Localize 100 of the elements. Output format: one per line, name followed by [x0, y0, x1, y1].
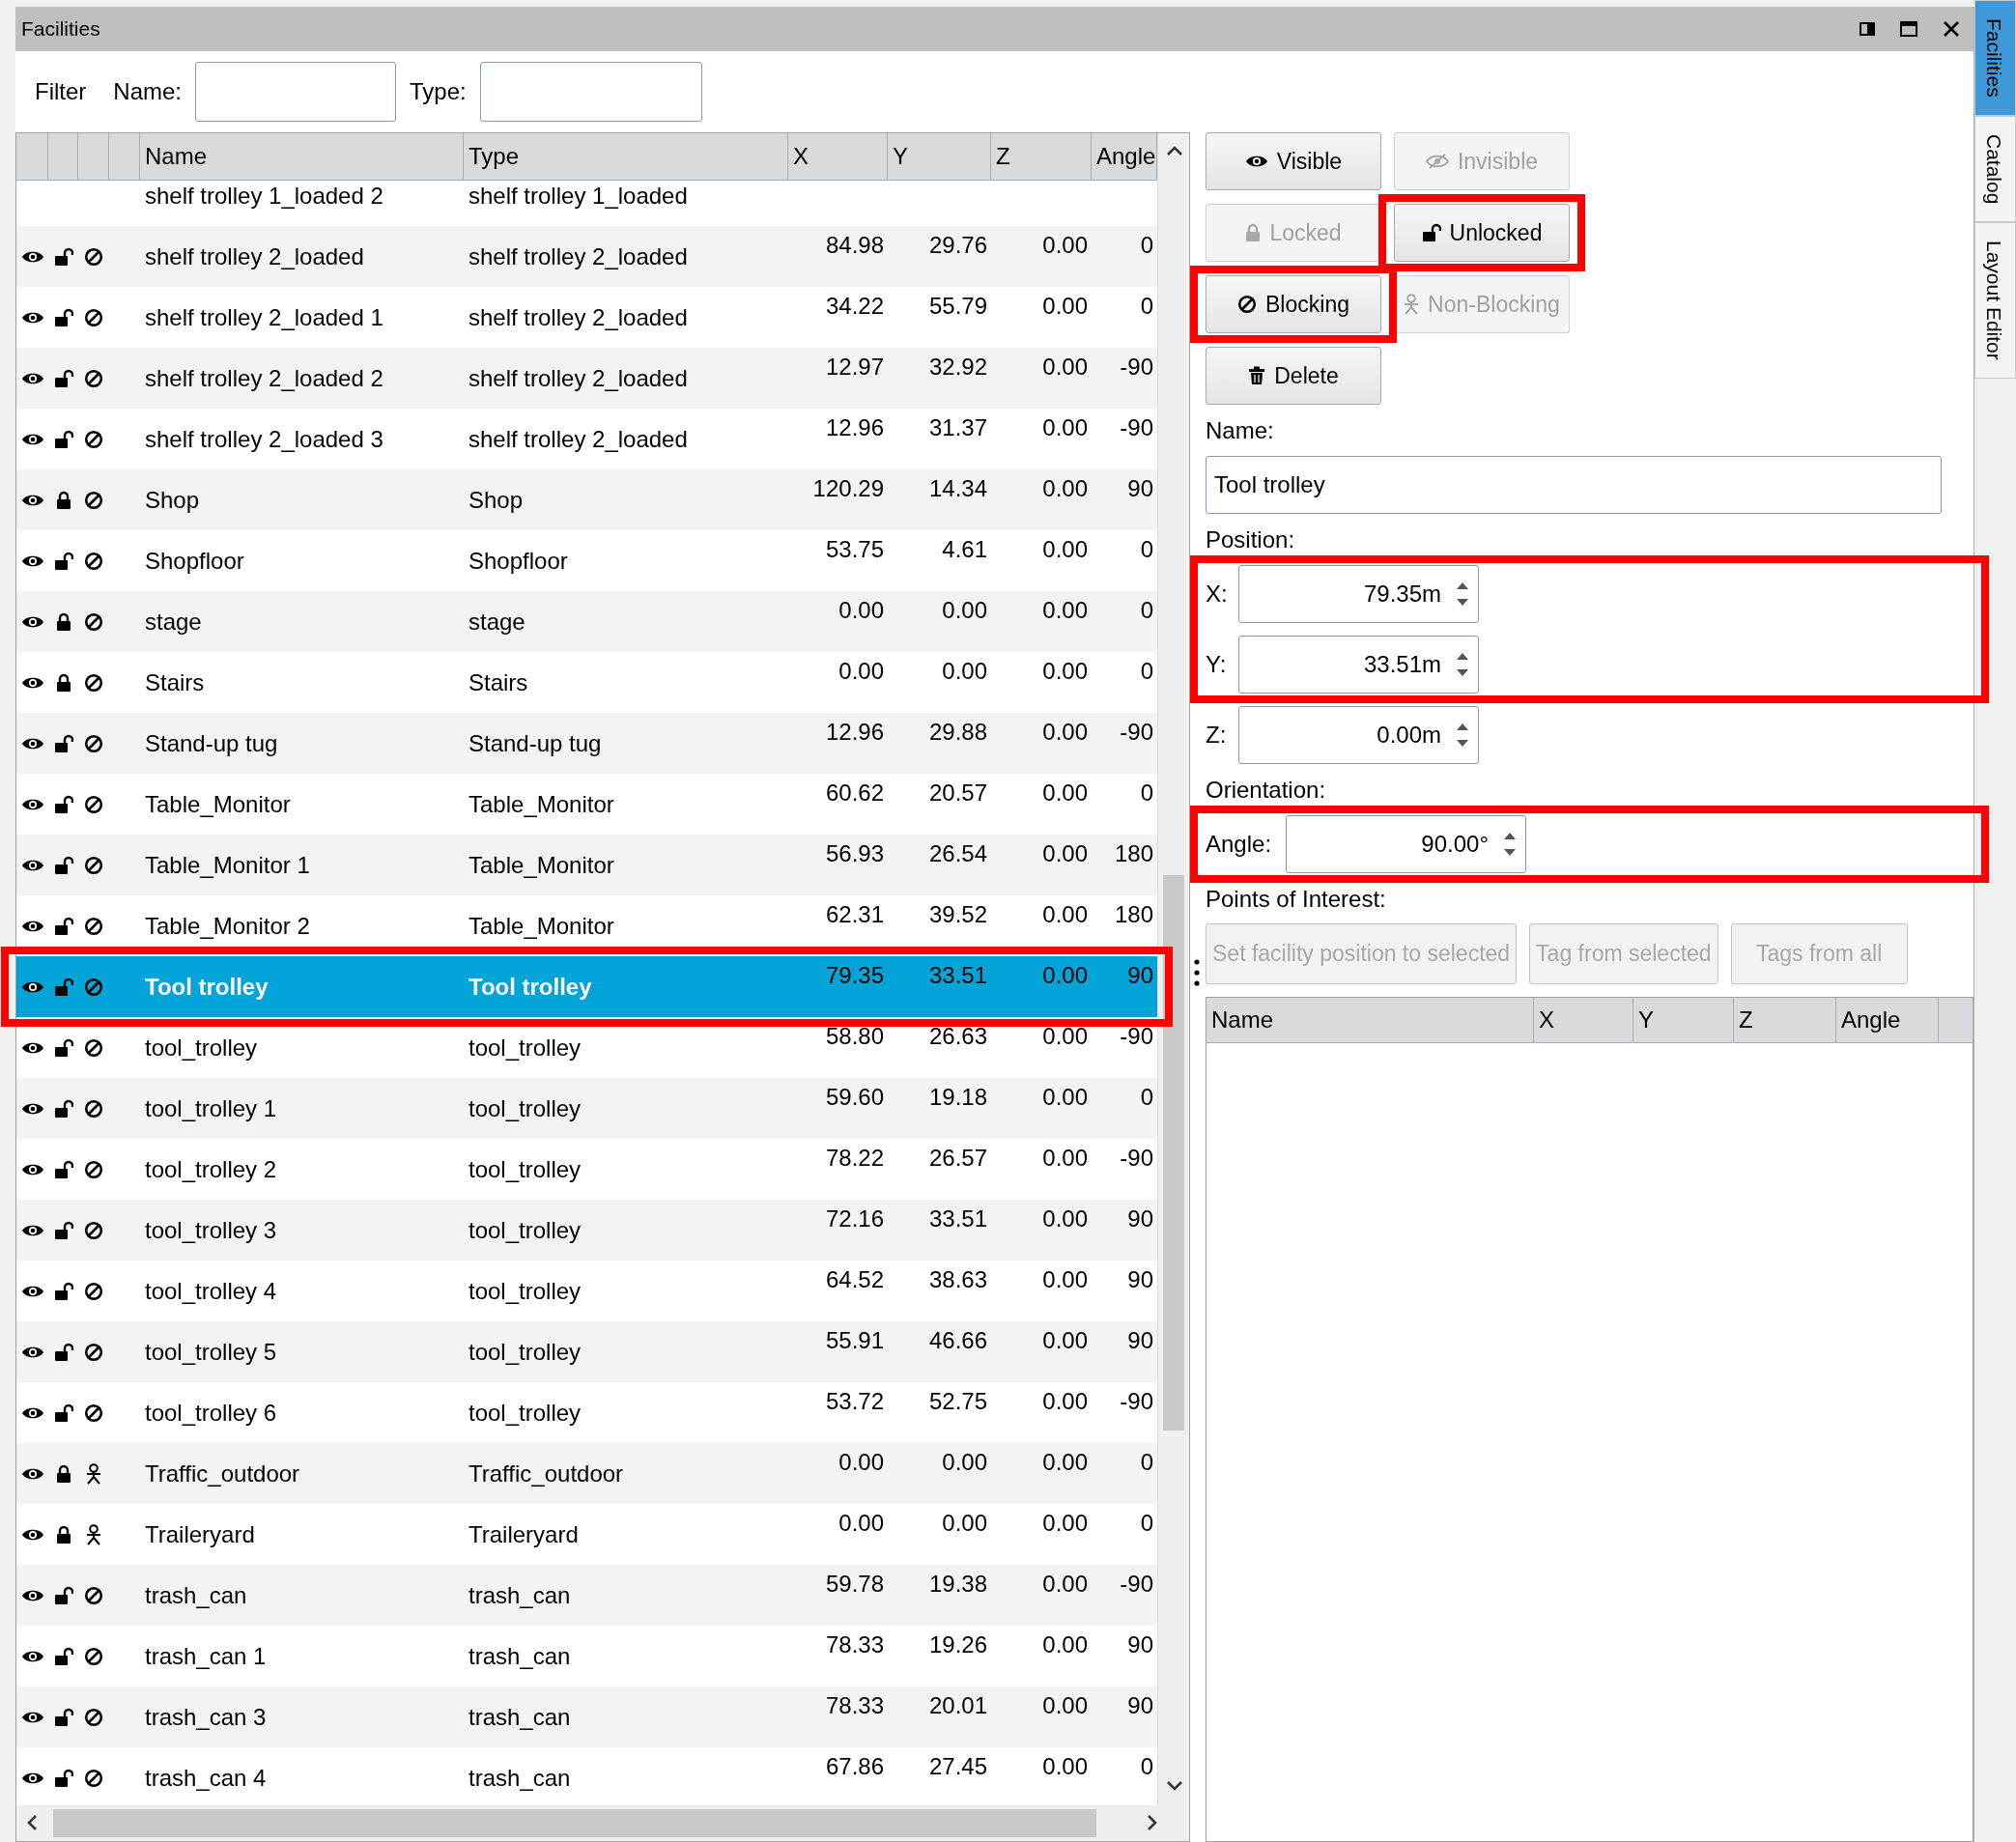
- table-cell-text: 120.29: [812, 474, 884, 503]
- table-cell-text: 39.52: [928, 900, 987, 929]
- table-cell-text: -90: [1120, 353, 1153, 382]
- table-cell-text: 0.00: [1042, 353, 1088, 382]
- table-cell-text: tool_trolley: [469, 1033, 582, 1063]
- table-cell-text: Shop: [145, 485, 200, 515]
- table-cell-text: 180: [1114, 900, 1153, 929]
- table-row[interactable]: Traffic_outdoor Traffic_outdoor 0.00 0.00 0.00 0: [16, 1443, 1157, 1504]
- table-cell-text: 27.45: [928, 1752, 987, 1781]
- table-row[interactable]: Table_Monitor 1 Table_Monitor 56.93 26.54 0.00 180: [16, 835, 1157, 895]
- side-tab[interactable]: Layout Editor: [1974, 222, 2016, 379]
- field-label: X:: [1206, 581, 1229, 608]
- table-cell-text: -90: [1120, 1144, 1153, 1173]
- table-cell-text: 72.16: [825, 1204, 884, 1233]
- table-cell-text: shelf trolley 1_loaded 2: [145, 181, 383, 211]
- table-cell-text: Traileryard: [145, 1519, 255, 1549]
- table-cell-text: stage: [469, 607, 525, 637]
- delete-button[interactable]: Delete: [1206, 347, 1381, 405]
- blocking-button[interactable]: Blocking: [1206, 275, 1381, 333]
- table-cell-text: 0.00: [838, 596, 884, 625]
- table-cell-text: Stairs: [469, 667, 528, 697]
- table-cell-text: trash_can: [145, 1580, 247, 1610]
- scrollbar-thumb[interactable]: [1163, 875, 1184, 1431]
- table-row[interactable]: tool_trolley 3 tool_trolley 72.16 33.51 0.00 90: [16, 1200, 1157, 1261]
- number-field[interactable]: 79.35m: [1238, 565, 1479, 623]
- table-cell-text: 19.38: [928, 1570, 987, 1599]
- table-cell-text: -90: [1120, 413, 1153, 442]
- table-cell-text: 0.00: [1042, 535, 1088, 564]
- table-cell-text: Stairs: [145, 667, 205, 697]
- table-cell-text: Stand-up tug: [145, 728, 278, 758]
- table-cell-text: Table_Monitor: [145, 789, 291, 819]
- table-row[interactable]: stage stage 0.00 0.00 0.00 0: [16, 591, 1157, 652]
- visible-button[interactable]: Visible: [1206, 132, 1381, 190]
- maximize-icon[interactable]: [1900, 21, 1917, 37]
- table-cell-text: 0.00: [1042, 1387, 1088, 1416]
- column-header[interactable]: X: [1534, 998, 1633, 1043]
- horizontal-scrollbar[interactable]: [16, 1805, 1189, 1841]
- table-cell-text: 0.00: [1042, 1022, 1088, 1051]
- table-row[interactable]: Stand-up tug Stand-up tug 12.96 29.88 0.00 -90: [16, 713, 1157, 774]
- table-cell-text: 55.91: [825, 1326, 884, 1355]
- close-icon[interactable]: [1943, 20, 1960, 38]
- unlocked-button[interactable]: Unlocked: [1394, 204, 1570, 262]
- number-field[interactable]: 90.00°: [1286, 815, 1526, 873]
- table-cell-text: 62.31: [825, 900, 884, 929]
- table-cell-text: Table_Monitor: [469, 850, 614, 880]
- table-cell-text: Table_Monitor: [469, 911, 614, 941]
- table-cell-text: 26.63: [928, 1022, 987, 1051]
- table-cell-text: trash_can: [469, 1641, 571, 1671]
- column-header[interactable]: Z: [1734, 998, 1836, 1043]
- table-row[interactable]: trash_can 3 trash_can 78.33 20.01 0.00 90: [16, 1686, 1157, 1747]
- splitter-handle-icon[interactable]: [1194, 958, 1200, 987]
- table-cell-text: Traffic_outdoor: [145, 1459, 300, 1488]
- table-cell-text: 0: [1140, 292, 1153, 321]
- table-cell-text: tool_trolley: [145, 1033, 258, 1063]
- table-cell-text: 0.00: [1042, 596, 1088, 625]
- table-cell-text: -90: [1120, 718, 1153, 747]
- table-cell-text: 180: [1114, 839, 1153, 868]
- number-field[interactable]: 33.51m: [1238, 636, 1479, 694]
- table-cell-text: 0.00: [1042, 1570, 1088, 1599]
- table-cell-text: 90: [1127, 961, 1153, 990]
- column-header[interactable]: Y: [1633, 998, 1734, 1043]
- scrollbar-thumb[interactable]: [53, 1809, 1096, 1837]
- table-row[interactable]: Shop Shop 120.29 14.34 0.00 90: [16, 469, 1157, 530]
- table-row[interactable]: shelf trolley 2_loaded shelf trolley 2_loaded 84.98 29.76 0.00 0: [16, 226, 1157, 287]
- table-cell-text: Traileryard: [469, 1519, 579, 1549]
- column-header[interactable]: Angle: [1836, 998, 1939, 1043]
- float-icon[interactable]: [1860, 21, 1875, 37]
- side-tab[interactable]: Facilities: [1974, 0, 2016, 116]
- table-cell-text: 90: [1127, 1691, 1153, 1720]
- table-row[interactable]: tool_trolley 5 tool_trolley 55.91 46.66 0.00 90: [16, 1321, 1157, 1382]
- table-cell-text: Tool trolley: [145, 972, 269, 1002]
- table-cell-text: 0: [1140, 535, 1153, 564]
- table-cell-text: trash_can: [469, 1763, 571, 1793]
- field-label: Z:: [1206, 722, 1228, 749]
- table-cell-text: 0.00: [1042, 779, 1088, 808]
- table-cell-text: 0.00: [1042, 961, 1088, 990]
- table-cell-text: 78.33: [825, 1691, 884, 1720]
- number-field[interactable]: 0.00m: [1238, 706, 1479, 764]
- table-cell-text: tool_trolley 1: [145, 1093, 277, 1123]
- table-cell-text: 0.00: [1042, 657, 1088, 686]
- table-cell-text: 33.51: [928, 961, 987, 990]
- table-cell-text: Table_Monitor: [469, 789, 614, 819]
- table-row[interactable]: tool_trolley 1 tool_trolley 59.60 19.18 0.00 0: [16, 1078, 1157, 1139]
- table-cell-text: shelf trolley 2_loaded: [469, 424, 688, 454]
- table-row[interactable]: shelf trolley 2_loaded 2 shelf trolley 2_loaded 12.97 32.92 0.00 -90: [16, 348, 1157, 409]
- table-row[interactable]: trash_can trash_can 59.78 19.38 0.00 -90: [16, 1565, 1157, 1626]
- table-cell-text: 38.63: [928, 1265, 987, 1294]
- table-cell-text: trash_can 1: [145, 1641, 267, 1671]
- table-cell-text: 64.52: [825, 1265, 884, 1294]
- name-filter-field[interactable]: [195, 62, 397, 122]
- no-entry-icon: [1237, 295, 1258, 314]
- side-tab[interactable]: Catalog: [1974, 115, 2016, 223]
- table-cell-text: 58.80: [825, 1022, 884, 1051]
- table-row[interactable]: Tool trolley Tool trolley 79.35 33.51 0.00 90: [16, 956, 1157, 1017]
- table-cell-text: 0.00: [1042, 1265, 1088, 1294]
- vertical-scrollbar[interactable]: [1157, 133, 1189, 1805]
- column-header[interactable]: Name: [1207, 998, 1534, 1043]
- table-cell-text: 79.35: [825, 961, 884, 990]
- name-field[interactable]: Tool trolley: [1206, 456, 1942, 514]
- type-filter-field[interactable]: [479, 62, 702, 122]
